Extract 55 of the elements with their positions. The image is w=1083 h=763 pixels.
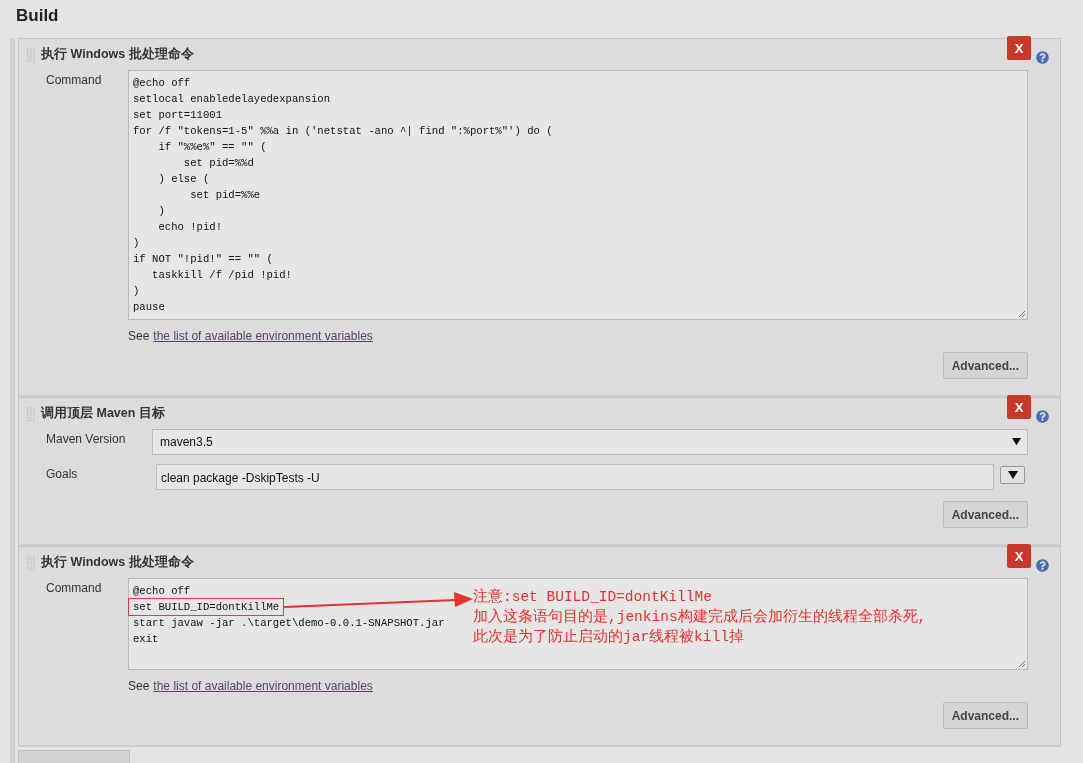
environment-variables-link[interactable]: the list of available environment variables (153, 329, 373, 343)
goals-field[interactable]: clean package -DskipTests -U (156, 464, 994, 490)
step-title: 执行 Windows 批处理命令 (41, 554, 194, 571)
help-icon[interactable] (1036, 410, 1049, 423)
drag-handle-icon[interactable] (27, 406, 35, 421)
annotation-text: 加入这条语句目的是,jenkins构建完成后会加衍生的线程全部杀死, (473, 607, 927, 627)
hint-text: See (128, 679, 150, 693)
field-label: Goals (45, 466, 79, 481)
expand-button[interactable] (1000, 466, 1025, 484)
help-icon[interactable] (1036, 559, 1049, 572)
resize-grip-icon[interactable] (1017, 309, 1026, 318)
drag-handle-icon[interactable] (27, 555, 35, 570)
code-line: setlocal enabledelayedexpansion (133, 92, 331, 107)
code-line: start javaw -jar .\target\demo-0.0.1-SNAPSHOT.jar (133, 616, 445, 631)
code-line: ) (133, 236, 140, 251)
advanced-button[interactable]: Advanced... (942, 501, 1028, 528)
delete-button[interactable]: X (1007, 36, 1031, 60)
command-field[interactable]: @echo off set BUILD_ID=dontKillMe start javaw -jar .\target\demo-0.0.1-SNAPSHOT.jar exit 注意:set BUILD_ID=dontKillMe 加入这条语句目的是,jenkins构建完成后会加衍生的线程全部杀死, 此次是为了防止启动的jar线程被kill掉 (128, 578, 1028, 670)
maven-version-select[interactable]: maven3.5 (152, 429, 1028, 455)
caret-icon (1012, 438, 1021, 446)
code-line: ) else ( (157, 172, 210, 187)
highlighted-code-line: set BUILD_ID=dontKillMe (129, 599, 284, 615)
code-line: pause (133, 300, 165, 315)
section-heading: Build (15, 5, 60, 27)
delete-button[interactable]: X (1007, 395, 1031, 419)
code-line: exit (133, 632, 159, 647)
step-title: 执行 Windows 批处理命令 (41, 46, 194, 63)
help-icon[interactable] (1036, 51, 1049, 64)
code-line: set pid=%%e (189, 188, 261, 203)
environment-variables-link[interactable]: the list of available environment variables (153, 679, 373, 693)
advanced-button[interactable]: Advanced... (942, 352, 1028, 379)
delete-button[interactable]: X (1007, 544, 1031, 568)
code-line: ) (133, 284, 140, 299)
code-line: for /f "tokens=1-5" %%a in ('netstat -ano ^| find ":%port%"') do ( (133, 124, 553, 139)
annotation-text: 注意:set BUILD_ID=dontKillMe (473, 587, 713, 607)
command-field[interactable] (128, 70, 1028, 320)
code-line: echo !pid! (157, 220, 222, 235)
drag-handle-icon[interactable] (27, 47, 35, 62)
code-line: ) (157, 204, 165, 219)
caret-icon (1007, 471, 1018, 479)
code-line: taskkill /f /pid !pid! (151, 268, 292, 283)
code-line: set pid=%%d (182, 156, 254, 171)
code-line: if "%%e%" == "" ( (157, 140, 267, 155)
hint-text: See (128, 329, 150, 343)
field-label: Maven Version (45, 431, 127, 446)
field-label: Command (45, 72, 103, 87)
advanced-button[interactable]: Advanced... (942, 702, 1028, 729)
field-label: Command (45, 580, 103, 595)
code-line: if NOT "!pid!" == "" ( (133, 252, 273, 267)
code-line: @echo off (133, 76, 191, 91)
annotation-text: 此次是为了防止启动的jar线程被kill掉 (473, 627, 745, 647)
resize-grip-icon[interactable] (1017, 659, 1026, 668)
code-line: @echo off (133, 584, 191, 599)
step-title: 调用顶层 Maven 目标 (41, 405, 165, 422)
code-line: set port=11001 (133, 108, 222, 123)
